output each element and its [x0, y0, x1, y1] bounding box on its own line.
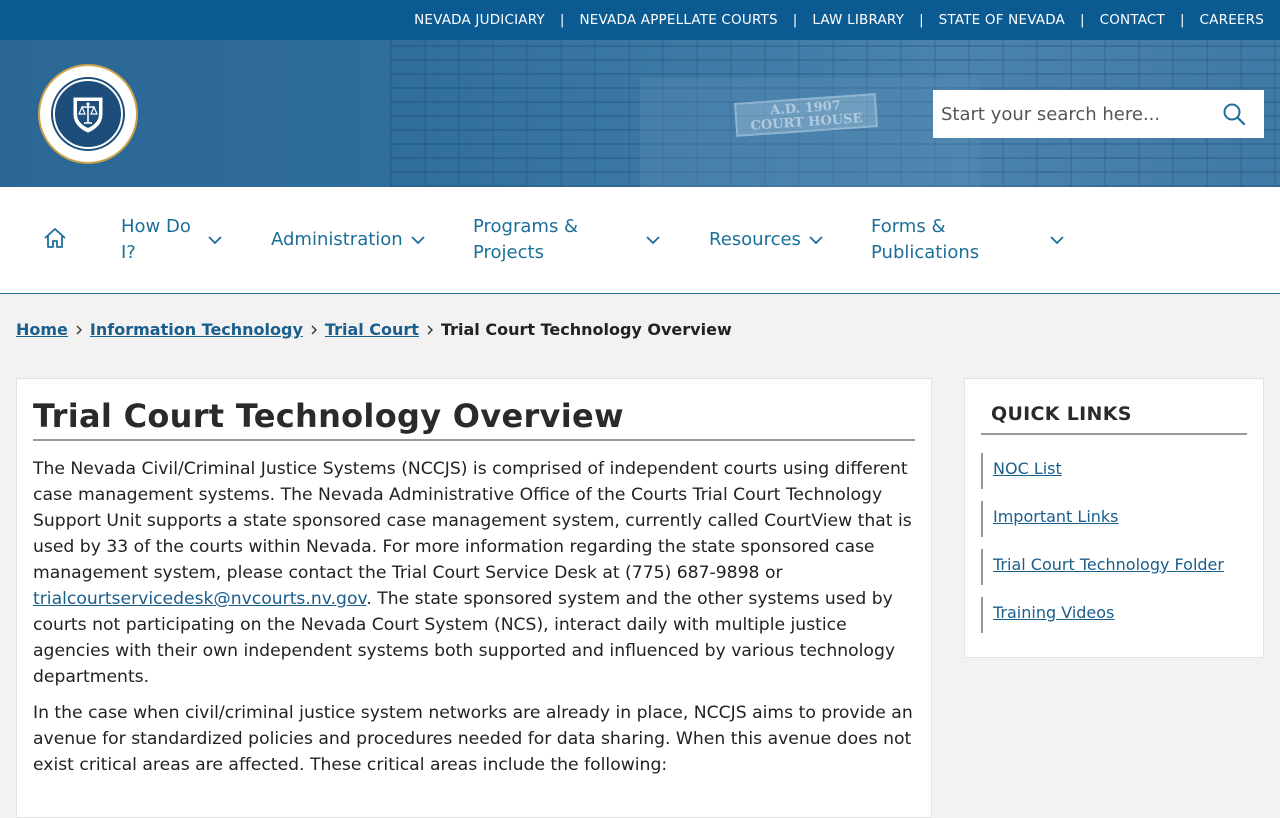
nav-item-label: Publications [871, 242, 980, 263]
scales-of-justice-icon [73, 97, 103, 133]
topbar-separator: | [792, 12, 798, 28]
quick-link-training-videos[interactable]: Training Videos [993, 603, 1114, 622]
breadcrumb-link-home[interactable]: Home [16, 320, 68, 339]
logo-shield [53, 79, 123, 149]
list-item: Training Videos [981, 597, 1247, 633]
nav-item-label: How Do [121, 216, 191, 237]
topbar-link-state-of-nevada[interactable]: STATE OF NEVADA [939, 12, 1065, 28]
breadcrumb: Home Information Technology Trial Court … [16, 320, 732, 339]
topbar-separator: | [1080, 12, 1085, 28]
list-item: NOC List [981, 453, 1247, 489]
paragraph-text: The Nevada Civil/Criminal Justice System… [33, 459, 912, 583]
chevron-down-icon[interactable] [411, 235, 425, 245]
chevron-down-icon[interactable] [1050, 235, 1064, 245]
topbar-separator: | [919, 12, 924, 28]
chevron-right-icon [311, 325, 317, 334]
quick-links-list: NOC List Important Links Trial Court Tec… [981, 453, 1247, 633]
topbar-link-appellate-courts[interactable]: NEVADA APPELLATE COURTS [579, 12, 777, 28]
nav-item-administration[interactable]: Administration [271, 227, 403, 253]
breadcrumb-link-trial-court[interactable]: Trial Court [325, 320, 419, 339]
intro-paragraph: The Nevada Civil/Criminal Justice System… [33, 456, 915, 690]
topbar-link-careers[interactable]: CAREERS [1200, 12, 1264, 28]
nav-item-label: Administration [271, 229, 403, 250]
nav-item-how-do-i[interactable]: How Do I? [121, 214, 191, 266]
topbar-link-nevada-judiciary[interactable]: NEVADA JUDICIARY [414, 12, 545, 28]
topbar-link-contact[interactable]: CONTACT [1100, 12, 1165, 28]
chevron-down-icon[interactable] [809, 235, 823, 245]
home-icon[interactable] [43, 227, 67, 249]
nav-item-label: I? [121, 242, 136, 263]
quick-links-title: QUICK LINKS [981, 403, 1247, 435]
chevron-down-icon[interactable] [208, 235, 222, 245]
service-desk-email-link[interactable]: trialcourtservicedesk@nvcourts.nv.gov [33, 589, 366, 609]
nav-item-programs-projects[interactable]: Programs & Projects [473, 214, 578, 266]
list-item: Trial Court Technology Folder [981, 549, 1247, 585]
nav-item-label: Resources [709, 229, 801, 250]
topbar-link-law-library[interactable]: LAW LIBRARY [812, 12, 904, 28]
site-search [933, 90, 1264, 138]
main-nav: How Do I? Administration Programs & Proj… [0, 187, 1280, 294]
nav-item-resources[interactable]: Resources [709, 227, 801, 253]
topbar-separator: | [1179, 12, 1185, 28]
search-input[interactable] [933, 103, 1213, 125]
aoc-seal-logo-icon[interactable] [38, 64, 138, 164]
quick-links-panel: QUICK LINKS NOC List Important Links Tri… [964, 378, 1264, 658]
nav-item-label: Projects [473, 242, 544, 263]
utility-bar: NEVADA JUDICIARY | NEVADA APPELLATE COUR… [0, 0, 1280, 40]
main-content: Trial Court Technology Overview The Neva… [16, 378, 932, 818]
page-title: Trial Court Technology Overview [33, 397, 915, 441]
topbar-separator: | [559, 12, 565, 28]
nav-item-label: Forms & [871, 216, 946, 237]
breadcrumb-link-information-technology[interactable]: Information Technology [90, 320, 303, 339]
nav-item-label: Programs & [473, 216, 579, 237]
search-icon[interactable] [1222, 102, 1246, 126]
quick-link-important-links[interactable]: Important Links [993, 507, 1119, 526]
quick-link-trial-court-technology-folder[interactable]: Trial Court Technology Folder [993, 555, 1224, 574]
quick-link-noc-list[interactable]: NOC List [993, 459, 1062, 478]
breadcrumb-current: Trial Court Technology Overview [440, 320, 732, 339]
nav-item-forms-publications[interactable]: Forms & Publications [871, 214, 979, 266]
chevron-down-icon[interactable] [646, 235, 660, 245]
list-item: Important Links [981, 501, 1247, 537]
critical-areas-paragraph: In the case when civil/criminal justice … [33, 703, 913, 775]
chevron-right-icon [76, 325, 82, 334]
chevron-right-icon [427, 325, 433, 334]
banner-building [640, 78, 980, 187]
